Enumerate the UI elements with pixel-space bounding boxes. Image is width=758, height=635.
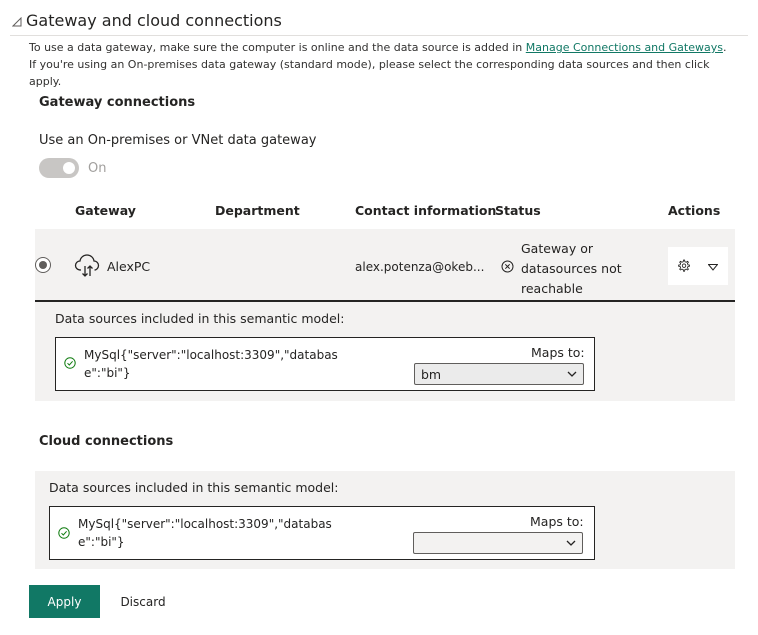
column-header-status: Status bbox=[495, 203, 541, 218]
gateway-name: AlexPC bbox=[107, 259, 151, 274]
gear-icon[interactable] bbox=[677, 259, 690, 272]
discard-button[interactable]: Discard bbox=[110, 585, 176, 618]
cloud-connections-title: Cloud connections bbox=[39, 434, 174, 449]
contact-information: alex.potenza@okeb... bbox=[355, 260, 485, 274]
column-header-actions: Actions bbox=[668, 203, 721, 218]
section-description: To use a data gateway, make sure the com… bbox=[29, 41, 727, 88]
gateway-maps-to-select[interactable]: bm bbox=[414, 363, 584, 385]
column-header-department: Department bbox=[215, 203, 300, 218]
gateway-datasource-name: MySql{"server":"localhost:3309","databas… bbox=[84, 348, 338, 380]
chevron-down-icon bbox=[566, 540, 576, 546]
manage-connections-link[interactable]: Manage Connections and Gateways bbox=[526, 41, 723, 54]
cloud-gateway-icon bbox=[74, 254, 100, 277]
chevron-down-icon bbox=[567, 371, 577, 377]
check-circle-icon bbox=[58, 527, 70, 539]
cloud-maps-to-select[interactable] bbox=[413, 532, 583, 554]
gateway-radio-button[interactable] bbox=[35, 257, 51, 273]
collapse-icon[interactable] bbox=[12, 17, 22, 27]
gateway-toggle-label: Use an On-premises or VNet data gateway bbox=[39, 133, 317, 148]
error-circle-icon bbox=[501, 260, 514, 273]
radio-dot bbox=[39, 261, 47, 269]
section-divider bbox=[10, 35, 748, 36]
toggle-knob bbox=[63, 162, 75, 174]
gateway-connections-title: Gateway connections bbox=[39, 95, 196, 110]
cloud-datasources-label: Data sources included in this semantic m… bbox=[49, 480, 339, 495]
gateway-datasources-label: Data sources included in this semantic m… bbox=[55, 311, 345, 326]
apply-button[interactable]: Apply bbox=[29, 585, 100, 618]
gateway-status: Gateway or datasources not reachable bbox=[521, 241, 622, 296]
toggle-state-label: On bbox=[88, 161, 107, 176]
gateway-maps-to-label: Maps to: bbox=[531, 345, 585, 360]
check-circle-icon bbox=[64, 357, 76, 369]
column-header-gateway: Gateway bbox=[75, 203, 136, 218]
section-title: Gateway and cloud connections bbox=[26, 11, 282, 30]
cloud-datasource-name: MySql{"server":"localhost:3309","databas… bbox=[78, 517, 332, 549]
column-header-contact: Contact information bbox=[355, 203, 497, 218]
cloud-maps-to-label: Maps to: bbox=[530, 514, 584, 529]
gateway-toggle[interactable] bbox=[39, 158, 79, 178]
gateway-maps-to-value: bm bbox=[421, 367, 442, 382]
expand-chevron-icon[interactable] bbox=[708, 264, 718, 271]
